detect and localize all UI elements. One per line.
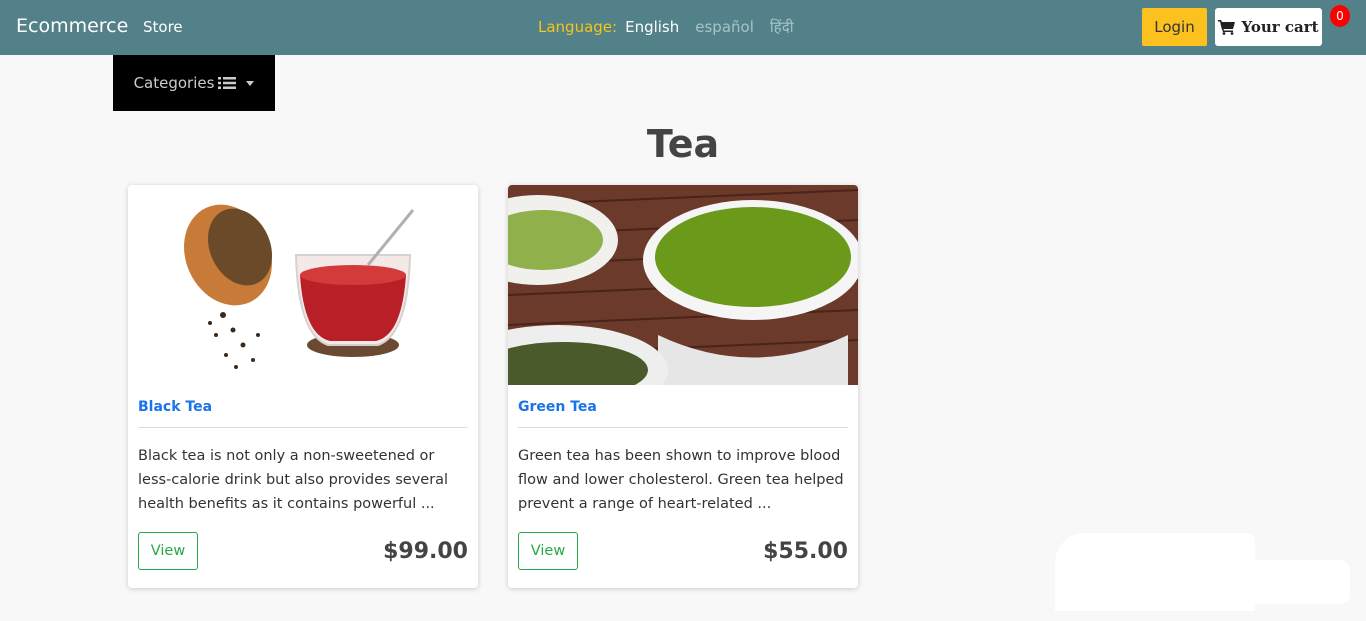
top-navbar: Ecommerce Store Language: English españo… [0, 0, 1366, 55]
product-title-link[interactable]: Green Tea [518, 399, 848, 421]
language-hindi-link[interactable]: हिंदी [770, 17, 794, 37]
store-link[interactable]: Store [143, 18, 183, 36]
green-tea-image[interactable] [508, 185, 858, 385]
list-icon [218, 77, 237, 89]
cart-button[interactable]: Your cart [1215, 8, 1322, 46]
language-english-link[interactable]: English [625, 18, 679, 36]
product-description: Black tea is not only a non-sweetened or… [138, 448, 449, 512]
product-price: $99.00 [383, 538, 468, 564]
login-button[interactable]: Login [1142, 8, 1207, 46]
language-spanish-link[interactable]: español [695, 18, 754, 36]
product-title-link[interactable]: Black Tea [138, 399, 468, 421]
product-price: $55.00 [763, 538, 848, 564]
caret-down-icon [246, 80, 255, 86]
view-button[interactable]: View [138, 532, 198, 570]
language-selector: Language: English español हिंदी [538, 17, 794, 37]
page-title: Tea [646, 122, 720, 166]
cart-label: Your cart [1241, 18, 1319, 36]
black-tea-image[interactable] [128, 185, 478, 385]
card-divider [138, 427, 468, 428]
shopping-cart-icon [1218, 20, 1236, 35]
language-label: Language: [538, 18, 618, 36]
categories-label: Categories [133, 74, 215, 92]
categories-dropdown[interactable]: Categories [113, 55, 275, 111]
product-description: Green tea has been shown to improve bloo… [518, 448, 844, 512]
product-card-black-tea: Black Tea Black tea is not only a non-sw… [128, 185, 478, 588]
brand-link[interactable]: Ecommerce [16, 15, 128, 37]
cart-count-badge: 0 [1330, 5, 1350, 27]
product-card-green-tea: Green Tea Green tea has been shown to im… [508, 185, 858, 588]
view-button[interactable]: View [518, 532, 578, 570]
blank-overlay [1190, 560, 1350, 604]
card-divider [518, 427, 848, 428]
